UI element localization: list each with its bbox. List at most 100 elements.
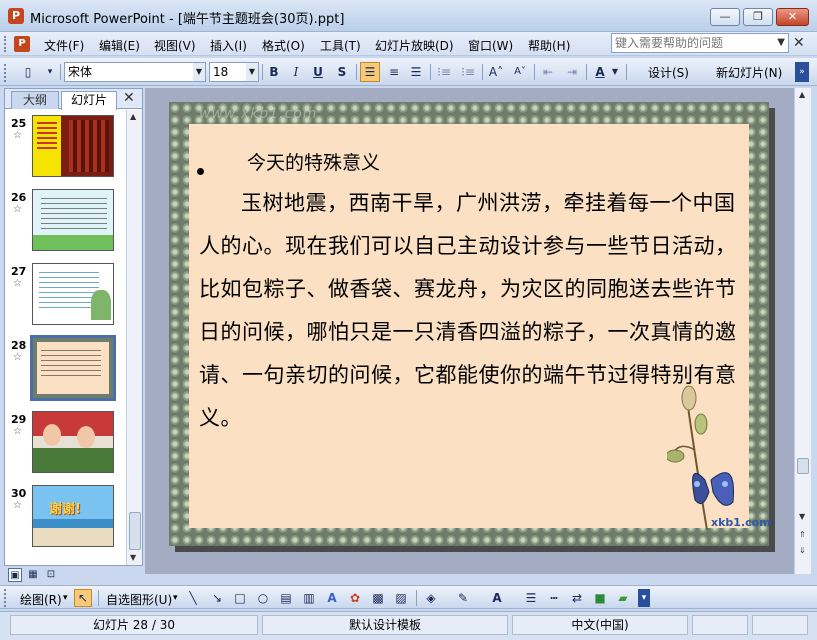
slide-thumbnail[interactable] — [30, 335, 116, 401]
select-pointer-icon[interactable]: ↖ — [74, 589, 92, 607]
slide-thumbnail[interactable] — [32, 115, 114, 177]
slide-thumbnail[interactable]: 谢谢! — [32, 485, 114, 547]
slide-heading[interactable]: 今天的特殊意义 — [247, 148, 380, 175]
increase-indent-button[interactable]: ⇥ — [562, 62, 582, 82]
insert-picture-icon[interactable]: ▨ — [392, 589, 410, 607]
chevron-down-icon[interactable]: ▼ — [246, 63, 258, 81]
scroll-up-icon[interactable]: ▲ — [799, 90, 805, 99]
slide-editor[interactable]: www.xkb1.com 今天的特殊意义 玉树地震，西南干旱，广州洪涝，牵挂着每… — [145, 88, 794, 574]
3d-style-icon[interactable]: ▰ — [614, 589, 632, 607]
increase-font-button[interactable]: A˄ — [486, 62, 506, 82]
current-slide[interactable]: www.xkb1.com 今天的特殊意义 玉树地震，西南干旱，广州洪涝，牵挂着每… — [169, 102, 771, 546]
bold-button[interactable]: B — [264, 62, 284, 82]
new-document-icon[interactable]: ▯ — [18, 62, 38, 82]
font-name-select[interactable]: 宋体 ▼ — [64, 62, 206, 82]
font-color-button[interactable]: A — [590, 62, 610, 82]
underline-button[interactable]: U — [308, 62, 328, 82]
close-button[interactable]: ✕ — [776, 8, 809, 26]
slide-content-area[interactable]: 今天的特殊意义 玉树地震，西南干旱，广州洪涝，牵挂着每一个中国人的心。现在我们可… — [189, 124, 771, 530]
autoshapes-button[interactable]: 自选图形(U) — [106, 591, 172, 608]
font-size-select[interactable]: 18 ▼ — [209, 62, 259, 82]
shadow-button[interactable]: S — [332, 62, 352, 82]
line-tool-icon[interactable]: ╲ — [184, 589, 202, 607]
menu-window[interactable]: 窗口(W) — [468, 37, 513, 54]
scroll-down-icon[interactable]: ▼ — [799, 512, 805, 521]
shadow-style-icon[interactable]: ■ — [591, 589, 609, 607]
slides-scrollbar[interactable]: ▲ ▼ — [126, 110, 142, 565]
arrow-style-icon[interactable]: ⇄ — [568, 589, 586, 607]
bullets-button[interactable]: ⁝≡ — [458, 62, 478, 82]
draw-menu-button[interactable]: 绘图(R) — [20, 591, 62, 608]
minimize-button[interactable]: — — [710, 8, 740, 26]
italic-button[interactable]: I — [286, 62, 306, 82]
tab-slides[interactable]: 幻灯片 — [61, 91, 117, 110]
next-slide-icon[interactable]: ⇓ — [799, 546, 806, 555]
slide-thumbnail-item[interactable]: 27 ☆ — [5, 261, 126, 327]
new-slide-button[interactable]: 新幻灯片(N) — [716, 64, 782, 81]
normal-view-icon[interactable]: ▣ — [8, 568, 22, 582]
line-color-icon[interactable]: ✎ — [454, 589, 472, 607]
chevron-down-icon[interactable]: ▾ — [63, 593, 68, 603]
decrease-indent-button[interactable]: ⇤ — [538, 62, 558, 82]
line-style-icon[interactable]: ☰ — [522, 589, 540, 607]
tab-outline[interactable]: 大纲 — [11, 91, 59, 109]
menu-file[interactable]: 文件(F) — [44, 37, 84, 54]
fill-color-icon[interactable]: ◈ — [422, 589, 440, 607]
toolbar-grip[interactable] — [4, 589, 7, 607]
vertical-textbox-icon[interactable]: ▥ — [300, 589, 318, 607]
slide-sorter-icon[interactable]: ▦ — [26, 568, 40, 582]
align-left-button[interactable]: ☰ — [360, 62, 380, 82]
slide-thumbnail-list[interactable]: 25 ☆ 26 ☆ 27 ☆ 28 ☆ 29 ☆ 30 ☆ 谢谢! — [5, 110, 126, 565]
menu-view[interactable]: 视图(V) — [154, 37, 196, 54]
scroll-thumb[interactable] — [797, 458, 809, 474]
toolbar-grip[interactable] — [4, 64, 7, 82]
slide-body-text[interactable]: 玉树地震，西南干旱，广州洪涝，牵挂着每一个中国人的心。现在我们可以自己主动设计参… — [199, 182, 739, 440]
clipart-icon[interactable]: ▩ — [369, 589, 387, 607]
decrease-font-button[interactable]: A˅ — [510, 62, 530, 82]
font-color-icon[interactable]: A — [488, 589, 506, 607]
menu-grip[interactable] — [4, 36, 7, 52]
slideshow-view-icon[interactable]: ⊡ — [44, 568, 58, 582]
chevron-down-icon[interactable]: ▾ — [173, 593, 178, 603]
toolbar-overflow-icon[interactable]: » — [795, 62, 809, 82]
slide-thumbnail-item[interactable]: 26 ☆ — [5, 187, 126, 253]
align-right-button[interactable]: ☰ — [406, 62, 426, 82]
chevron-down-icon[interactable]: ▼ — [610, 62, 620, 82]
slide-thumbnail-item-selected[interactable]: 28 ☆ — [5, 335, 126, 401]
chevron-down-icon[interactable]: ▼ — [777, 34, 785, 52]
slide-thumbnail-item[interactable]: 30 ☆ 谢谢! — [5, 483, 126, 549]
slide-thumbnail-item[interactable]: 29 ☆ — [5, 409, 126, 475]
menu-slideshow[interactable]: 幻灯片放映(D) — [375, 37, 454, 54]
document-close-icon[interactable]: ✕ — [793, 35, 805, 51]
scroll-thumb[interactable] — [129, 512, 141, 550]
help-search-input[interactable]: 键入需要帮助的问题 ▼ — [611, 33, 789, 53]
slide-thumbnail[interactable] — [32, 263, 114, 325]
textbox-tool-icon[interactable]: ▤ — [277, 589, 295, 607]
oval-tool-icon[interactable]: ○ — [254, 589, 272, 607]
dash-style-icon[interactable]: ┅ — [545, 589, 563, 607]
align-center-button[interactable]: ≡ — [384, 62, 404, 82]
slide-thumbnail[interactable] — [32, 411, 114, 473]
chevron-down-icon[interactable]: ▼ — [193, 63, 205, 81]
toolbar-overflow-icon[interactable]: ▾ — [638, 589, 650, 607]
rectangle-tool-icon[interactable]: □ — [231, 589, 249, 607]
arrow-tool-icon[interactable]: ↘ — [208, 589, 226, 607]
document-icon[interactable]: P — [14, 36, 30, 52]
menu-insert[interactable]: 插入(I) — [210, 37, 247, 54]
menu-format[interactable]: 格式(O) — [262, 37, 305, 54]
pane-close-icon[interactable]: ✕ — [123, 90, 135, 106]
previous-slide-icon[interactable]: ⇑ — [799, 530, 806, 539]
design-button[interactable]: 设计(S) — [648, 64, 689, 81]
slide-thumbnail-item[interactable]: 25 ☆ — [5, 113, 126, 179]
toolbar-options-icon[interactable]: ▾ — [40, 62, 60, 82]
menu-tools[interactable]: 工具(T) — [320, 37, 361, 54]
menu-edit[interactable]: 编辑(E) — [99, 37, 140, 54]
wordart-icon[interactable]: A — [323, 589, 341, 607]
scroll-up-icon[interactable]: ▲ — [130, 112, 136, 121]
diagram-icon[interactable]: ✿ — [346, 589, 364, 607]
restore-button[interactable]: ❐ — [743, 8, 773, 26]
editor-scrollbar[interactable]: ▲ ▼ ⇑ ⇓ — [794, 88, 811, 574]
scroll-down-icon[interactable]: ▼ — [130, 553, 136, 562]
slide-thumbnail[interactable] — [32, 189, 114, 251]
numbering-button[interactable]: ⁝≡ — [434, 62, 454, 82]
